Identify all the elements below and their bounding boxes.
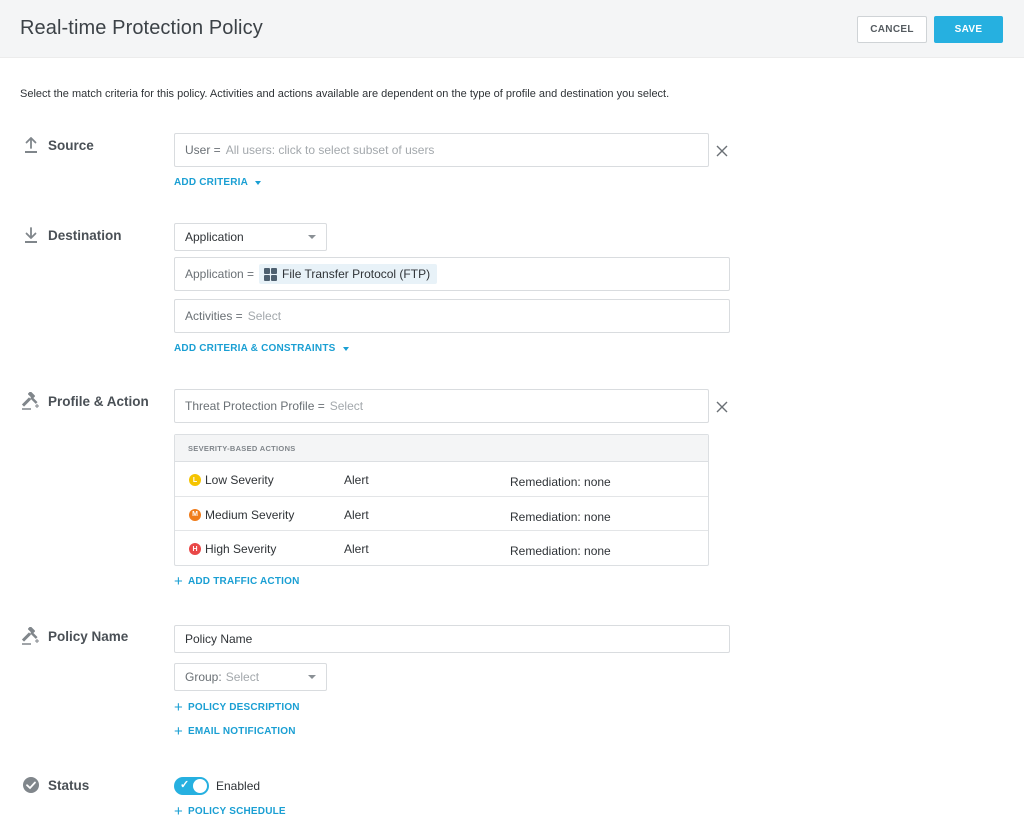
check-icon: ✓ xyxy=(180,779,190,791)
gavel-icon xyxy=(21,391,41,411)
page-header: Real-time Protection Policy CANCEL SAVE xyxy=(0,0,1024,58)
action-value: Alert xyxy=(344,473,369,487)
chevron-down-icon xyxy=(342,346,349,351)
table-row[interactable]: M Medium Severity Alert Remediation: none xyxy=(175,497,708,531)
user-field-label: User = xyxy=(185,143,221,157)
policy-name-input[interactable]: Policy Name xyxy=(174,625,730,653)
threat-profile-placeholder: Select xyxy=(329,399,364,413)
plus-icon: + xyxy=(174,572,183,590)
section-policy-name: Policy Name xyxy=(21,626,128,646)
user-field-placeholder: All users: click to select subset of use… xyxy=(225,143,435,157)
activities-field[interactable]: Activities = Select xyxy=(174,299,730,333)
medium-severity-badge: M xyxy=(189,508,201,521)
table-row[interactable]: L Low Severity Alert Remediation: none xyxy=(175,462,708,497)
threat-profile-field[interactable]: Threat Protection Profile = Select xyxy=(174,389,709,423)
add-criteria-constraints-link[interactable]: ADD CRITERIA & CONSTRAINTS xyxy=(174,343,349,354)
section-label-destination: Destination xyxy=(48,227,122,243)
plus-icon: + xyxy=(174,698,183,716)
gavel-icon xyxy=(21,626,41,646)
plus-icon: + xyxy=(174,802,183,820)
severity-table-header: SEVERITY-BASED ACTIONS xyxy=(175,435,708,462)
policy-description-link[interactable]: + POLICY DESCRIPTION xyxy=(174,698,300,716)
application-field-label: Application = xyxy=(185,267,255,281)
status-toggle[interactable]: ✓ xyxy=(174,777,209,795)
chevron-down-icon xyxy=(308,675,316,679)
section-label-profile-action: Profile & Action xyxy=(48,393,149,409)
section-label-source: Source xyxy=(48,137,94,153)
upload-icon xyxy=(21,135,41,155)
application-criteria-field[interactable]: Application = File Transfer Protocol (FT… xyxy=(174,257,730,291)
policy-description-label: POLICY DESCRIPTION xyxy=(187,702,300,713)
group-select[interactable]: Group: Select xyxy=(174,663,327,691)
activities-field-placeholder: Select xyxy=(247,309,282,323)
app-grid-icon xyxy=(264,267,278,281)
policy-schedule-link[interactable]: + POLICY SCHEDULE xyxy=(174,802,286,820)
cancel-button[interactable]: CANCEL xyxy=(857,16,927,43)
low-severity-badge: L xyxy=(189,474,201,486)
severity-label: High Severity xyxy=(205,542,277,556)
section-source: Source xyxy=(21,135,94,155)
add-criteria-label: ADD CRITERIA xyxy=(174,177,249,188)
table-row[interactable]: H High Severity Alert Remediation: none xyxy=(175,531,708,566)
email-notification-link[interactable]: + EMAIL NOTIFICATION xyxy=(174,722,296,740)
action-value: Alert xyxy=(344,542,369,556)
instructions-text: Select the match criteria for this polic… xyxy=(20,88,670,100)
severity-label: Low Severity xyxy=(205,473,274,487)
section-profile-action: Profile & Action xyxy=(21,391,149,411)
chevron-down-icon xyxy=(308,235,316,239)
email-notification-label: EMAIL NOTIFICATION xyxy=(187,726,296,737)
group-label: Group: xyxy=(185,670,222,684)
download-icon xyxy=(21,225,41,245)
application-chip[interactable]: File Transfer Protocol (FTP) xyxy=(259,264,438,284)
remove-user-criteria-close-icon[interactable] xyxy=(715,144,729,158)
add-traffic-action-label: ADD TRAFFIC ACTION xyxy=(187,576,300,587)
application-chip-label: File Transfer Protocol (FTP) xyxy=(282,267,431,281)
status-toggle-label: Enabled xyxy=(216,779,261,793)
add-traffic-action-link[interactable]: + ADD TRAFFIC ACTION xyxy=(174,572,300,590)
section-destination: Destination xyxy=(21,225,122,245)
plus-icon: + xyxy=(174,722,183,740)
page-title: Real-time Protection Policy xyxy=(20,17,263,39)
severity-actions-table: SEVERITY-BASED ACTIONS L Low Severity Ale… xyxy=(174,434,709,566)
save-button[interactable]: SAVE xyxy=(934,16,1003,43)
section-label-status: Status xyxy=(48,777,90,793)
remediation-value: Remediation: none xyxy=(510,544,611,558)
policy-schedule-label: POLICY SCHEDULE xyxy=(187,806,286,817)
destination-type-select[interactable]: Application xyxy=(174,223,327,251)
activities-field-label: Activities = xyxy=(185,309,243,323)
section-status: Status xyxy=(21,775,89,795)
action-value: Alert xyxy=(344,507,369,522)
destination-type-value: Application xyxy=(185,230,244,244)
add-criteria-source-link[interactable]: ADD CRITERIA xyxy=(174,177,262,188)
threat-profile-label: Threat Protection Profile = xyxy=(185,399,325,413)
toggle-knob xyxy=(193,779,207,793)
remediation-value: Remediation: none xyxy=(510,475,611,489)
policy-name-value: Policy Name xyxy=(185,632,253,646)
remediation-value: Remediation: none xyxy=(510,509,611,524)
severity-label: Medium Severity xyxy=(205,507,295,522)
user-criteria-field[interactable]: User = All users: click to select subset… xyxy=(174,133,709,167)
check-circle-icon xyxy=(21,775,41,795)
high-severity-badge: H xyxy=(189,543,201,555)
section-label-policy-name: Policy Name xyxy=(48,628,129,644)
group-placeholder: Select xyxy=(225,670,260,684)
chevron-down-icon xyxy=(255,180,262,185)
remove-profile-close-icon[interactable] xyxy=(715,400,729,414)
add-criteria-constraints-label: ADD CRITERIA & CONSTRAINTS xyxy=(174,343,336,354)
